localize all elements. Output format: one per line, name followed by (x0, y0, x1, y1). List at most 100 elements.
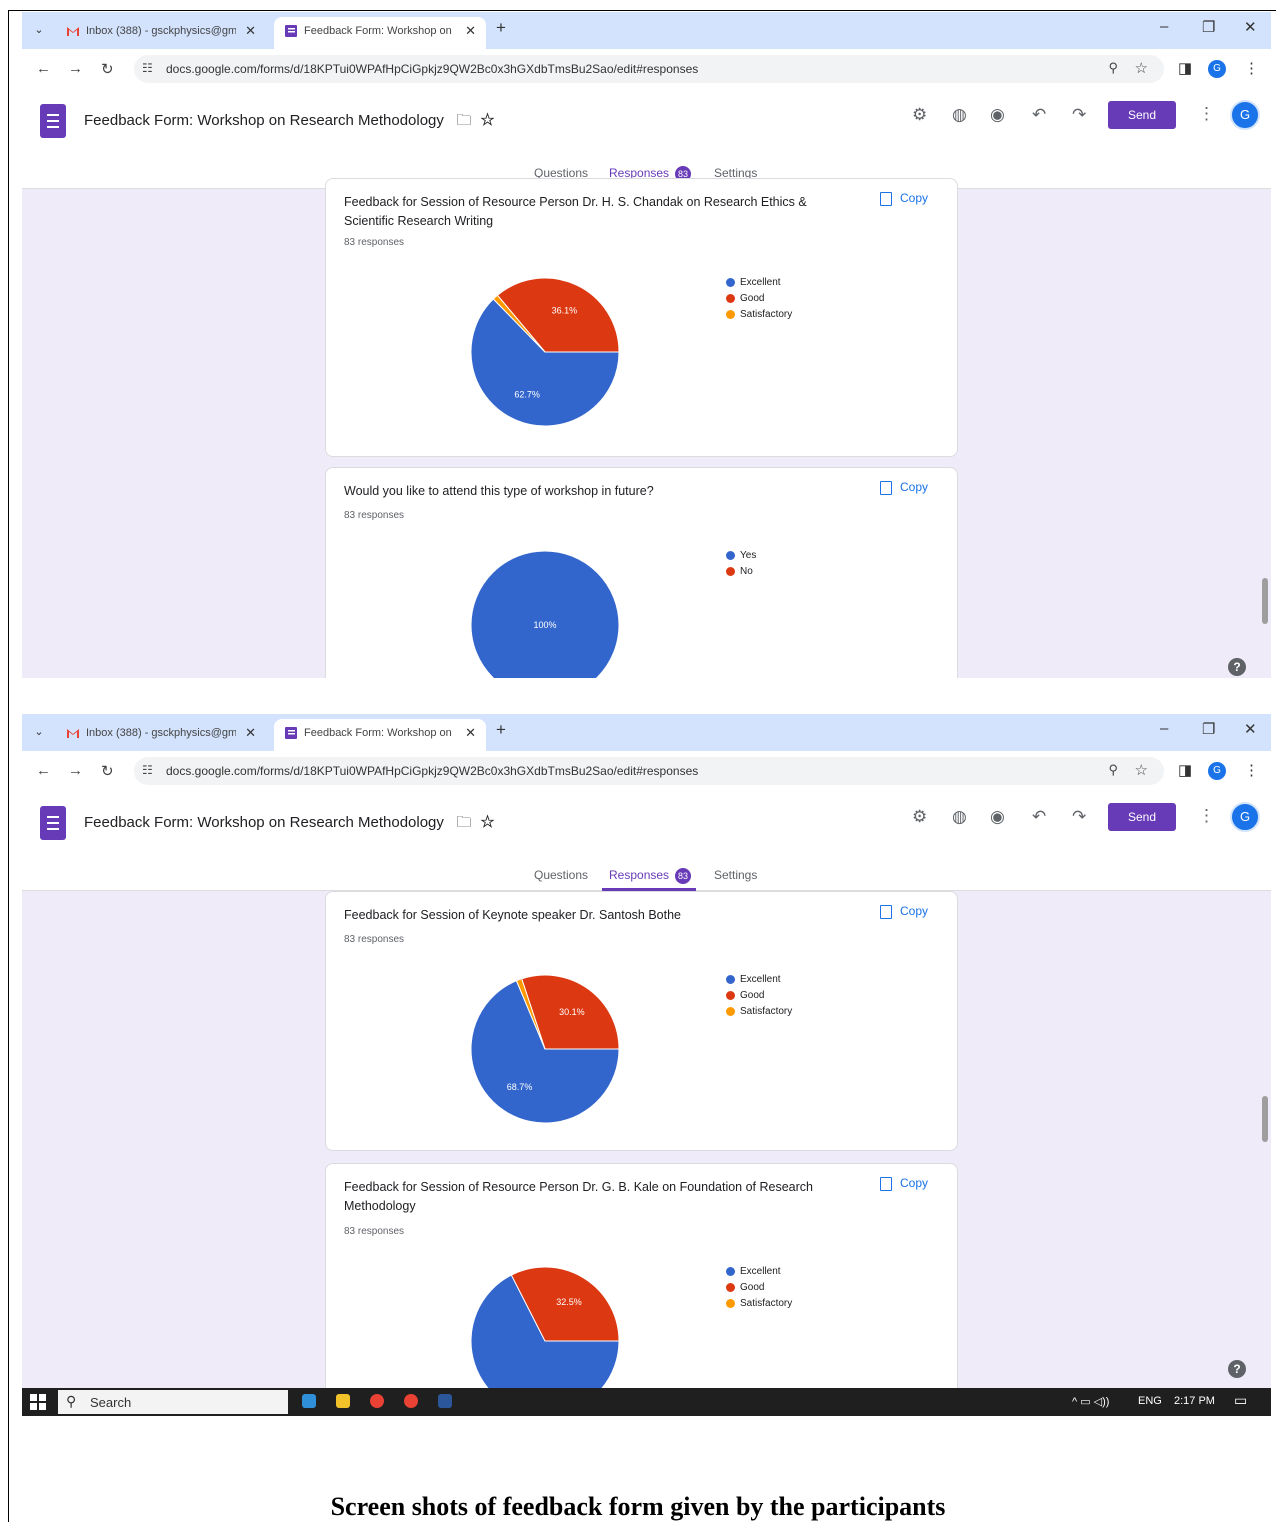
help-icon[interactable]: ? (1228, 1360, 1246, 1378)
windows-start-icon[interactable] (30, 1394, 46, 1410)
google-forms-logo-icon[interactable] (40, 806, 66, 840)
chrome-icon[interactable] (404, 1394, 418, 1408)
new-tab-icon[interactable]: + (496, 720, 506, 740)
tab-search-dropdown-icon[interactable]: ⌄ (28, 722, 50, 742)
copy-label: Copy (900, 1176, 929, 1190)
close-tab-icon[interactable]: ✕ (465, 719, 476, 747)
form-title[interactable]: Feedback Form: Workshop on Research Meth… (84, 812, 495, 837)
star-icon[interactable]: ☆ (480, 814, 496, 831)
undo-icon[interactable]: ↶ (1032, 105, 1046, 125)
copy-button[interactable]: Copy (880, 904, 928, 919)
close-tab-icon[interactable]: ✕ (245, 17, 256, 45)
pie-slice-label: 36.1% (552, 305, 578, 315)
send-button[interactable]: Send (1108, 101, 1176, 129)
bookmark-star-icon[interactable]: ☆ (1135, 761, 1148, 779)
star-icon[interactable]: ☆ (480, 112, 496, 129)
close-window-icon[interactable]: ✕ (1244, 720, 1257, 738)
preview-eye-icon[interactable]: ◉ (990, 807, 1005, 827)
edge-icon[interactable] (302, 1394, 316, 1408)
browser-profile-icon[interactable]: G (1208, 762, 1226, 780)
tab-questions[interactable]: Questions (534, 868, 588, 882)
legend-label: Satisfactory (740, 309, 793, 320)
redo-icon[interactable]: ↷ (1072, 105, 1086, 125)
sidepanel-icon[interactable]: ◨ (1178, 761, 1192, 779)
avatar[interactable]: G (1230, 802, 1260, 832)
form-title[interactable]: Feedback Form: Workshop on Research Meth… (84, 110, 495, 135)
address-bar-row: ← → ↻ ☷ docs.google.com/forms/d/18KPTui0… (22, 751, 1271, 793)
browser-profile-icon[interactable]: G (1208, 60, 1226, 78)
site-settings-icon[interactable]: ☷ (142, 763, 153, 777)
copy-button[interactable]: Copy (880, 480, 928, 495)
back-icon[interactable]: ← (36, 762, 51, 779)
palette-icon[interactable]: ◍ (952, 807, 967, 827)
legend-label: Excellent (740, 277, 781, 288)
google-forms-logo-icon[interactable] (40, 104, 66, 138)
taskbar-search[interactable]: ⚲ Search (58, 1390, 288, 1414)
browser-tab-gmail[interactable]: Inbox (388) - gsckphysics@gm ✕ (56, 719, 266, 751)
folder-icon[interactable]: 🗀 (456, 814, 471, 831)
undo-icon[interactable]: ↶ (1032, 807, 1046, 827)
legend-label: Satisfactory (740, 1298, 793, 1309)
browser-menu-icon[interactable]: ⋮ (1244, 761, 1259, 779)
language-indicator[interactable]: ENG (1138, 1395, 1162, 1407)
legend-item-satisfactory: Satisfactory (726, 307, 792, 323)
legend-label: Excellent (740, 974, 781, 985)
copy-button[interactable]: Copy (880, 1176, 928, 1191)
tab-search-dropdown-icon[interactable]: ⌄ (28, 20, 50, 40)
browser-tab-forms[interactable]: Feedback Form: Workshop on ✕ (274, 17, 486, 49)
clock[interactable]: 2:17 PM (1174, 1395, 1215, 1407)
site-settings-icon[interactable]: ☷ (142, 61, 153, 75)
word-icon[interactable] (438, 1394, 452, 1408)
file-explorer-icon[interactable] (336, 1394, 350, 1408)
tab-responses[interactable]: Responses 83 (609, 868, 692, 884)
pie-chart: 100% (470, 550, 620, 678)
legend-item-yes: Yes (726, 548, 756, 564)
screenshot-2: ⌄ Inbox (388) - gsckphysics@gm ✕ Feedbac… (22, 714, 1271, 1416)
legend-label: Excellent (740, 1266, 781, 1277)
zoom-icon[interactable]: ⚲ (1108, 60, 1118, 76)
forward-icon[interactable]: → (68, 60, 83, 77)
browser-tab-gmail[interactable]: Inbox (388) - gsckphysics@gm ✕ (56, 17, 266, 49)
close-tab-icon[interactable]: ✕ (465, 17, 476, 45)
omnibox[interactable]: ☷ docs.google.com/forms/d/18KPTui0WPAfHp… (134, 55, 1164, 83)
addons-icon[interactable]: ⚙ (912, 807, 927, 827)
browser-tab-forms[interactable]: Feedback Form: Workshop on ✕ (274, 719, 486, 751)
send-button[interactable]: Send (1108, 803, 1176, 831)
restore-icon[interactable]: ❐ (1202, 720, 1215, 738)
bookmark-star-icon[interactable]: ☆ (1135, 59, 1148, 77)
preview-eye-icon[interactable]: ◉ (990, 105, 1005, 125)
scrollbar-thumb[interactable] (1262, 1096, 1268, 1142)
url-text: docs.google.com/forms/d/18KPTui0WPAfHpCi… (166, 764, 699, 778)
new-tab-icon[interactable]: + (496, 18, 506, 38)
addons-icon[interactable]: ⚙ (912, 105, 927, 125)
notifications-icon[interactable]: ▭ (1234, 1392, 1247, 1409)
close-tab-icon[interactable]: ✕ (245, 719, 256, 747)
tray-icons[interactable]: ^ ▭ ◁)) (1072, 1395, 1109, 1408)
restore-icon[interactable]: ❐ (1202, 18, 1215, 36)
palette-icon[interactable]: ◍ (952, 105, 967, 125)
copy-label: Copy (900, 191, 929, 205)
forward-icon[interactable]: → (68, 762, 83, 779)
avatar[interactable]: G (1230, 100, 1260, 130)
zoom-icon[interactable]: ⚲ (1108, 762, 1118, 778)
scrollbar-thumb[interactable] (1262, 578, 1268, 624)
chrome-icon[interactable] (370, 1394, 384, 1408)
pie-slice-label: 30.1% (559, 1007, 585, 1017)
redo-icon[interactable]: ↷ (1072, 807, 1086, 827)
reload-icon[interactable]: ↻ (101, 60, 114, 78)
reload-icon[interactable]: ↻ (101, 762, 114, 780)
minimize-icon[interactable]: – (1160, 720, 1168, 737)
browser-menu-icon[interactable]: ⋮ (1244, 59, 1259, 77)
more-options-icon[interactable]: ⋮ (1198, 806, 1215, 826)
pie-chart: 68.7% 30.1% (470, 974, 620, 1124)
copy-button[interactable]: Copy (880, 191, 928, 206)
omnibox[interactable]: ☷ docs.google.com/forms/d/18KPTui0WPAfHp… (134, 757, 1164, 785)
minimize-icon[interactable]: – (1160, 18, 1168, 35)
folder-icon[interactable]: 🗀 (456, 112, 471, 129)
close-window-icon[interactable]: ✕ (1244, 18, 1257, 36)
help-icon[interactable]: ? (1228, 658, 1246, 676)
tab-settings[interactable]: Settings (714, 868, 757, 882)
sidepanel-icon[interactable]: ◨ (1178, 59, 1192, 77)
more-options-icon[interactable]: ⋮ (1198, 104, 1215, 124)
back-icon[interactable]: ← (36, 60, 51, 77)
